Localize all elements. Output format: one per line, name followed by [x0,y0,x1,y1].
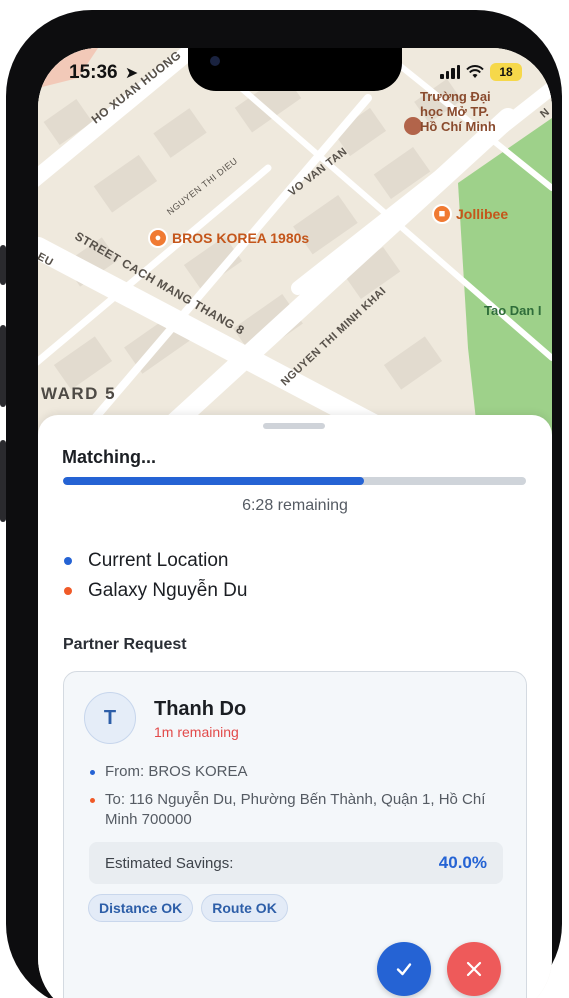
battery-icon: 18 [490,63,522,81]
remaining-time: 6:28 remaining [242,497,348,514]
accept-button[interactable] [377,942,431,996]
district-label: WARD 5 [41,384,117,403]
partner-to: To: 116 Nguyễn Du, Phường Bến Thành, Quậ… [90,790,510,830]
poi-park-label: Tao Dan I [484,303,542,318]
partner-name: Thanh Do [154,698,247,720]
status-icons: 18 [440,63,522,81]
poi-university-line: Trường Đại [420,89,491,104]
matching-title: Matching... [62,447,156,467]
screen: HO XUAN HUONG NGUYEN THI DIEU VO VAN TAN… [38,48,552,998]
savings-label: Estimated Savings: [105,854,234,872]
destination-dot-icon [64,587,72,595]
wifi-icon [466,65,484,78]
avatar: T [84,692,136,744]
matching-progress-bar [63,477,526,485]
route-current-location: Current Location [64,550,228,572]
poi-bros-korea[interactable]: ● BROS KOREA 1980s [148,228,309,248]
origin-dot-icon [90,770,95,775]
camera [210,56,220,66]
destination-label: Galaxy Nguyễn Du [88,580,248,601]
location-arrow-icon: ➤ [124,65,139,82]
reject-button[interactable] [447,942,501,996]
poi-bros-korea-label: BROS KOREA 1980s [172,230,310,246]
route-ok-chip: Route OK [201,894,288,922]
partner-to-text: To: 116 Nguyễn Du, Phường Bến Thành, Quậ… [105,791,486,828]
poi-jollibee[interactable]: ■ Jollibee [432,204,508,224]
current-location-label: Current Location [88,550,229,571]
origin-dot-icon [64,557,72,565]
status-time-text: 15:36 [69,62,118,83]
signal-icon [440,65,460,79]
matching-progress-fill [63,477,364,485]
poi-university-line: học Mở TP. [420,104,489,119]
side-button [0,245,6,285]
partner-request-heading: Partner Request [63,636,187,653]
sheet-drag-handle[interactable] [263,423,325,429]
close-icon [466,961,482,977]
savings-value: 40.0% [438,853,487,872]
poi-university-line: Hồ Chí Minh [420,119,496,134]
volume-up-button [0,325,6,407]
route-destination: Galaxy Nguyễn Du [64,580,247,602]
restaurant-icon: ● [148,228,168,248]
volume-down-button [0,440,6,522]
destination-dot-icon [90,798,95,803]
dynamic-island [188,48,402,91]
estimated-savings: Estimated Savings: 40.0% [89,842,503,884]
partner-time-remaining: 1m remaining [154,724,239,740]
check-icon [396,963,412,976]
poi-jollibee-label: Jollibee [456,206,509,222]
poi-university[interactable]: Trường Đại học Mở TP. Hồ Chí Minh [420,89,496,134]
match-chips: Distance OK Route OK [88,894,288,922]
poi-park[interactable]: Tao Dan I [484,303,542,318]
restaurant-icon: ■ [432,204,452,224]
status-time: 15:36 ➤ [69,62,138,84]
distance-ok-chip: Distance OK [88,894,194,922]
matching-sheet: Matching... 6:28 remaining Current Locat… [38,415,552,998]
partner-from: From: BROS KOREA [90,762,510,782]
partner-request-card: T Thanh Do 1m remaining From: BROS KOREA… [63,671,527,998]
partner-from-text: From: BROS KOREA [105,763,248,780]
map-view[interactable]: HO XUAN HUONG NGUYEN THI DIEU VO VAN TAN… [38,48,552,438]
